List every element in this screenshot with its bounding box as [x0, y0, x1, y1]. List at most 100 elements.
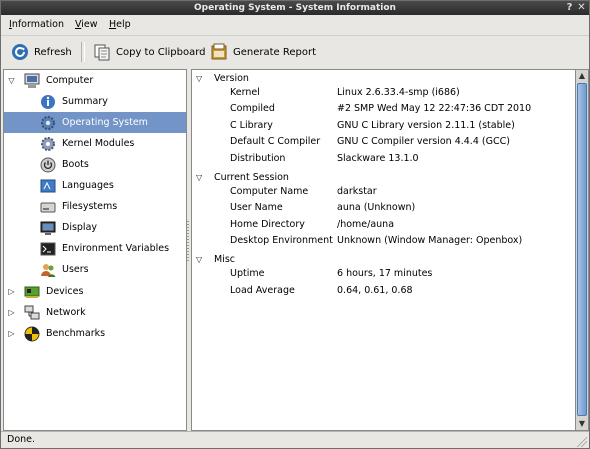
detail-value: #2 SMP Wed May 12 22:47:36 CDT 2010	[337, 103, 532, 114]
computer-icon	[24, 73, 40, 88]
detail-value: 0.64, 0.61, 0.68	[337, 284, 413, 296]
refresh-button[interactable]: Refresh	[11, 42, 72, 62]
details-pane: ▽ Version Kernel Linux 2.6.33.4-smp (i68…	[191, 69, 577, 431]
section-title: Version	[214, 72, 249, 84]
tree-item-kernel-modules[interactable]: Kernel Modules	[4, 133, 186, 154]
detail-key: Computer Name	[230, 185, 309, 197]
tree-item-summary[interactable]: Summary	[4, 91, 186, 112]
detail-value: Unknown (Window Manager: Openbox)	[337, 235, 523, 246]
users-icon	[41, 263, 56, 277]
vertical-scrollbar[interactable]: ▲ ▼	[575, 69, 589, 431]
detail-key: Uptime	[230, 268, 265, 279]
detail-key: Load Average	[230, 284, 295, 296]
tree-item-computer[interactable]: ▽ Computer	[4, 70, 186, 91]
tree-label: Users	[62, 264, 89, 275]
clipboard-icon	[94, 44, 110, 61]
category-tree[interactable]: ▽ Computer Summary Operating System Kern…	[3, 69, 187, 431]
tree-item-users[interactable]: Users	[4, 259, 186, 280]
title-bar[interactable]: Operating System - System Information ? …	[1, 1, 589, 15]
display-icon	[40, 221, 56, 235]
tree-label: Operating System	[62, 117, 148, 128]
section-title: Current Session	[214, 171, 289, 183]
refresh-label: Refresh	[34, 46, 72, 58]
detail-value: Slackware 13.1.0	[337, 152, 419, 164]
tree-label: Filesystems	[62, 201, 118, 212]
detail-value: 6 hours, 17 minutes	[337, 268, 433, 279]
tree-item-network[interactable]: ▷ Network	[4, 302, 186, 323]
detail-key: Desktop Environment	[230, 235, 333, 246]
tree-label: Boots	[62, 159, 89, 170]
status-text: Done.	[7, 434, 36, 445]
detail-value: /home/auna	[337, 218, 395, 230]
expanded-arrow-icon[interactable]: ▽	[196, 173, 202, 182]
close-icon[interactable]: ✕	[576, 2, 587, 13]
detail-key: User Name	[230, 202, 283, 213]
main-window: Operating System - System Information ? …	[0, 0, 590, 449]
menu-information[interactable]: Information	[9, 19, 64, 30]
collapsed-arrow-icon[interactable]: ▷	[7, 308, 16, 317]
tree-label: Languages	[62, 180, 114, 191]
scroll-thumb[interactable]	[577, 83, 587, 416]
tree-label: Benchmarks	[46, 328, 106, 339]
network-icon	[24, 305, 40, 319]
section-title: Misc	[214, 254, 236, 265]
report-label: Generate Report	[233, 46, 317, 58]
menu-bar: Information View Help	[1, 16, 589, 34]
filesystem-icon	[40, 202, 56, 212]
report-icon	[211, 43, 227, 60]
tree-label: Display	[62, 222, 98, 233]
tree-item-benchmarks[interactable]: ▷ Benchmarks	[4, 323, 186, 344]
tree-label: Environment Variables	[62, 243, 170, 254]
detail-key: Compiled	[230, 103, 275, 114]
tree-label: Computer	[46, 75, 94, 86]
power-icon	[40, 157, 56, 172]
detail-value: Linux 2.6.33.4-smp (i686)	[337, 86, 460, 98]
collapsed-arrow-icon[interactable]: ▷	[7, 287, 16, 296]
info-icon	[41, 94, 55, 109]
generate-report-button[interactable]: Generate Report	[210, 42, 316, 62]
tree-item-boots[interactable]: Boots	[4, 154, 186, 175]
languages-icon	[40, 179, 56, 192]
pane-splitter[interactable]	[187, 221, 189, 261]
scroll-down-icon[interactable]: ▼	[576, 418, 588, 430]
os-gear-icon	[41, 115, 55, 130]
window-title: Operating System - System Information	[194, 3, 396, 13]
tree-item-languages[interactable]: Languages	[4, 175, 186, 196]
detail-key: Distribution	[230, 152, 286, 164]
scroll-up-icon[interactable]: ▲	[576, 70, 588, 82]
help-icon[interactable]: ?	[564, 2, 575, 13]
detail-value: GNU C Library version 2.11.1 (stable)	[337, 119, 515, 131]
tree-item-environment-variables[interactable]: Environment Variables	[4, 238, 186, 259]
tree-label: Network	[46, 307, 86, 318]
copy-to-clipboard-button[interactable]: Copy to Clipboard	[93, 42, 206, 62]
tree-item-display[interactable]: Display	[4, 217, 186, 238]
terminal-icon	[40, 242, 56, 255]
tree-label: Summary	[62, 96, 108, 107]
collapsed-arrow-icon[interactable]: ▷	[7, 329, 16, 338]
menu-help[interactable]: Help	[109, 19, 131, 30]
detail-value: GNU C Compiler version 4.4.4 (GCC)	[337, 136, 510, 147]
tree-item-operating-system[interactable]: Operating System	[4, 112, 186, 133]
menu-view[interactable]: View	[75, 19, 98, 30]
detail-key: Default C Compiler	[230, 136, 321, 147]
resize-grip-icon[interactable]	[577, 437, 587, 447]
refresh-icon	[12, 44, 28, 60]
detail-key: Kernel	[230, 86, 260, 98]
expanded-arrow-icon[interactable]: ▽	[196, 255, 202, 264]
devices-icon	[24, 286, 40, 298]
detail-value: auna (Unknown)	[337, 202, 416, 213]
benchmarks-icon	[24, 326, 40, 341]
expanded-arrow-icon[interactable]: ▽	[196, 74, 202, 83]
tree-label: Devices	[46, 286, 84, 297]
copy-label: Copy to Clipboard	[116, 46, 206, 58]
expanded-arrow-icon[interactable]: ▽	[7, 76, 16, 85]
toolbar: Refresh Copy to Clipboard Generate Repor…	[1, 35, 589, 67]
status-bar: Done.	[1, 431, 589, 449]
tree-label: Kernel Modules	[62, 138, 135, 149]
detail-value: darkstar	[337, 185, 377, 197]
detail-key: Home Directory	[230, 218, 305, 230]
detail-key: C Library	[230, 119, 273, 131]
tree-item-devices[interactable]: ▷ Devices	[4, 281, 186, 302]
tree-item-filesystems[interactable]: Filesystems	[4, 196, 186, 217]
toolbar-separator	[81, 42, 85, 62]
